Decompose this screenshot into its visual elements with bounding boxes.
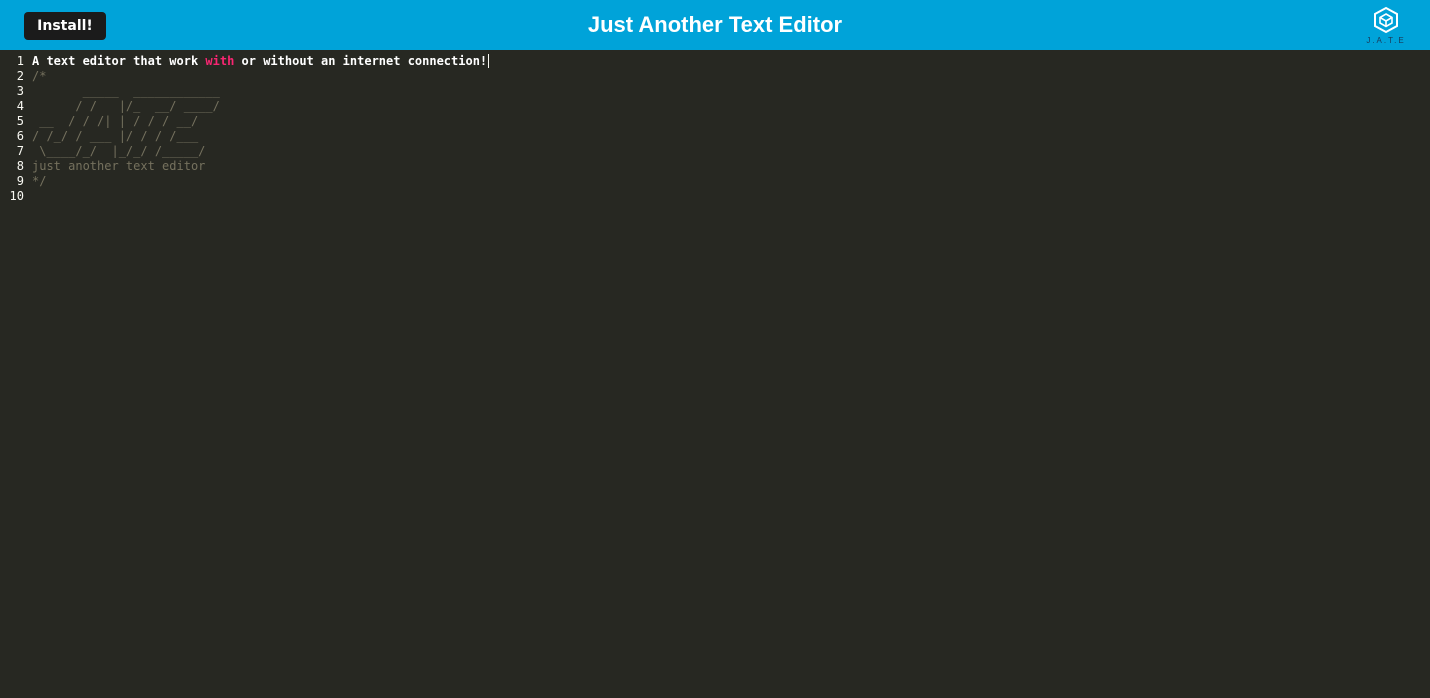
text-cursor <box>488 54 490 68</box>
line-number: 2 <box>16 69 24 83</box>
keyword-token: with <box>205 54 235 68</box>
cube-logo-icon <box>1374 6 1398 34</box>
comment-text[interactable]: */ <box>32 174 46 189</box>
line-number: 1 <box>16 54 24 68</box>
line-number: 6 <box>16 129 24 143</box>
editor-line[interactable]: 5 __ / / /| | / / / __/ <box>0 114 1430 129</box>
line-number: 8 <box>16 159 24 173</box>
line-number: 7 <box>16 144 24 158</box>
editor-line[interactable]: 8 just another text editor <box>0 159 1430 174</box>
line-number: 9 <box>16 174 24 188</box>
line-content[interactable]: A text editor that work with or without … <box>32 54 490 69</box>
comment-text[interactable]: __ / / /| | / / / __/ <box>32 114 198 129</box>
editor-line[interactable]: 10 <box>0 189 1430 204</box>
line-number: 3 <box>16 84 24 98</box>
comment-text[interactable]: just another text editor <box>32 159 205 174</box>
logo-text: J.A.T.E <box>1366 36 1406 45</box>
comment-text[interactable]: \____/_/ |_/_/ /_____/ <box>32 144 205 159</box>
comment-text[interactable]: /* <box>32 69 46 84</box>
code-editor[interactable]: 1 A text editor that work with or withou… <box>0 54 1430 698</box>
editor-line[interactable]: 9 */ <box>0 174 1430 189</box>
comment-text[interactable]: / / |/_ __/ ____/ <box>32 99 220 114</box>
line-number: 10 <box>9 189 24 203</box>
editor-line[interactable]: 1 A text editor that work with or withou… <box>0 54 1430 69</box>
comment-text[interactable]: _____ ____________ <box>32 84 220 99</box>
jate-logo: J.A.T.E <box>1362 6 1410 48</box>
navbar: Install! Just Another Text Editor J.A.T.… <box>0 0 1430 50</box>
comment-text[interactable]: / /_/ / ___ |/ / / /___ <box>32 129 198 144</box>
install-button[interactable]: Install! <box>24 12 106 40</box>
editor-line[interactable]: 4 / / |/_ __/ ____/ <box>0 99 1430 114</box>
editor-line[interactable]: 6 / /_/ / ___ |/ / / /___ <box>0 129 1430 144</box>
line-number: 5 <box>16 114 24 128</box>
line-text: A text editor that work <box>32 54 206 68</box>
line-text: or without an internet connection! <box>234 54 488 68</box>
editor-line[interactable]: 7 \____/_/ |_/_/ /_____/ <box>0 144 1430 159</box>
app-title: Just Another Text Editor <box>587 12 843 37</box>
line-number: 4 <box>16 99 24 113</box>
editor-line[interactable]: 2 /* <box>0 69 1430 84</box>
editor-line[interactable]: 3 _____ ____________ <box>0 84 1430 99</box>
